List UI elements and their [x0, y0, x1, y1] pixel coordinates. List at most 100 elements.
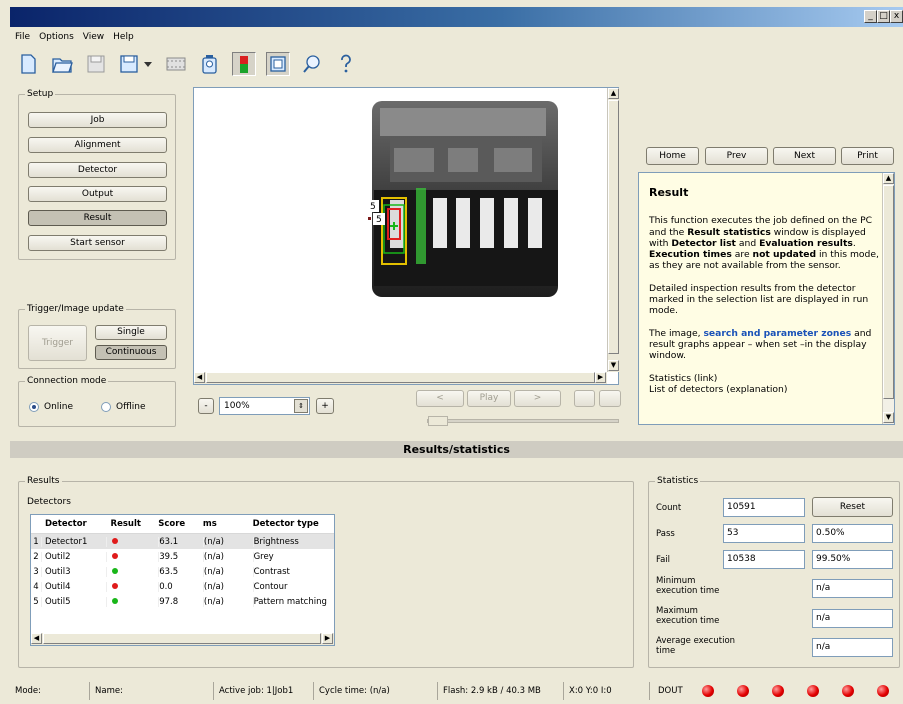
continuous-button[interactable]: Continuous — [95, 345, 167, 360]
image-horizontal-scrollbar[interactable]: ◀ ▶ — [194, 372, 607, 384]
col-ms[interactable]: ms — [203, 519, 253, 529]
scroll-left-icon[interactable]: ◀ — [194, 372, 205, 383]
help-next-button[interactable]: Next — [773, 147, 836, 165]
col-detector[interactable]: Detector — [41, 519, 106, 529]
playback-option-b[interactable] — [599, 390, 621, 407]
save-icon[interactable] — [84, 52, 108, 76]
menu-view[interactable]: View — [83, 29, 104, 45]
zoom-in-button[interactable]: + — [316, 398, 334, 414]
status-coordinates: X:0 Y:0 I:0 — [564, 682, 650, 700]
zoom-out-button[interactable]: - — [198, 398, 214, 414]
table-row[interactable]: 2 Outil2 39.5 (n/a) Grey — [31, 549, 334, 564]
maximize-button[interactable]: □ — [877, 10, 890, 23]
window-title-bar — [10, 7, 903, 27]
menu-bar: File Options View Help — [10, 29, 134, 45]
results-legend: Results — [25, 476, 62, 486]
detector-button[interactable]: Detector — [28, 162, 167, 178]
zoom-icon[interactable] — [300, 52, 324, 76]
playback-slider[interactable] — [427, 416, 619, 426]
col-result[interactable]: Result — [106, 519, 159, 529]
menu-file[interactable]: File — [15, 29, 30, 45]
max-time-label: Maximum execution time — [656, 606, 720, 626]
status-bar: Mode: Name: Active job: 1|Job1 Cycle tim… — [10, 680, 903, 702]
help-home-button[interactable]: Home — [646, 147, 699, 165]
menu-options[interactable]: Options — [39, 29, 74, 45]
detector-score: 97.8 — [158, 596, 203, 607]
open-icon[interactable] — [50, 52, 74, 76]
close-button[interactable]: x — [890, 10, 903, 23]
offline-radio[interactable]: Offline — [101, 402, 146, 412]
setup-group: Setup Job Alignment Detector Output Resu… — [18, 89, 176, 260]
detector-ms: (n/a) — [202, 566, 253, 577]
status-cycle-time: Cycle time: (n/a) — [314, 682, 438, 700]
scroll-up-icon[interactable]: ▲ — [608, 88, 619, 99]
result-button[interactable]: Result — [28, 210, 167, 226]
zoom-select[interactable]: 100% ⇕ — [219, 397, 310, 415]
help-icon[interactable] — [334, 52, 358, 76]
sensor-icon[interactable] — [232, 52, 256, 76]
help-paragraph-2: Detailed inspection results from the det… — [649, 282, 869, 317]
film-icon[interactable] — [164, 52, 188, 76]
help-prev-button[interactable]: Prev — [705, 147, 768, 165]
table-horizontal-scrollbar[interactable]: ◀ ▶ — [31, 633, 334, 645]
table-scroll-left-icon[interactable]: ◀ — [31, 633, 42, 644]
reset-button[interactable]: Reset — [812, 497, 893, 517]
detector-table[interactable]: Detector Result Score ms Detector type 1… — [30, 514, 335, 646]
help-scroll-up-icon[interactable]: ▲ — [883, 173, 894, 184]
h-scroll-thumb[interactable] — [206, 372, 595, 383]
detector-type: Contrast — [252, 566, 334, 577]
playback-slider-thumb[interactable] — [428, 416, 448, 426]
trigger-button[interactable]: Trigger — [28, 325, 87, 361]
table-row[interactable]: 1 Detector1 63.1 (n/a) Brightness — [31, 534, 334, 549]
step-back-button[interactable]: < — [416, 390, 464, 407]
table-scroll-thumb[interactable] — [43, 633, 321, 644]
detector-ms: (n/a) — [202, 581, 253, 592]
table-scroll-right-icon[interactable]: ▶ — [322, 633, 333, 644]
minimize-button[interactable]: _ — [864, 10, 877, 23]
table-row[interactable]: 4 Outil4 0.0 (n/a) Contour — [31, 579, 334, 594]
col-score[interactable]: Score — [158, 519, 203, 529]
offline-radio-dot — [101, 402, 111, 412]
help-link-detectors[interactable]: List of detectors (explanation) — [649, 384, 787, 395]
online-radio[interactable]: Online — [29, 402, 73, 412]
single-button[interactable]: Single — [95, 325, 167, 340]
output-button[interactable]: Output — [28, 186, 167, 202]
detector-result — [105, 551, 159, 562]
scroll-right-icon[interactable]: ▶ — [595, 372, 606, 383]
status-dout-label: DOUT — [658, 686, 683, 696]
scroll-thumb[interactable] — [608, 100, 619, 354]
help-scroll-down-icon[interactable]: ▼ — [883, 412, 894, 423]
save-as-icon[interactable] — [118, 52, 154, 76]
detectors-label: Detectors — [27, 497, 71, 507]
playback-option-a[interactable] — [574, 390, 595, 407]
row-number: 4 — [33, 581, 39, 592]
image-window-icon[interactable] — [266, 52, 290, 76]
start-sensor-button[interactable]: Start sensor — [28, 235, 167, 251]
detector-type: Brightness — [252, 536, 334, 547]
help-vertical-scrollbar[interactable]: ▲ ▼ — [882, 173, 894, 424]
row-number: 3 — [33, 566, 39, 577]
count-field: 10591 — [723, 498, 805, 517]
menu-help[interactable]: Help — [113, 29, 134, 45]
help-print-button[interactable]: Print — [841, 147, 894, 165]
help-link-zones[interactable]: search and parameter zones — [703, 328, 851, 339]
detector-score: 39.5 — [158, 551, 203, 562]
camera-icon[interactable] — [198, 52, 222, 76]
col-detector-type[interactable]: Detector type — [253, 519, 334, 529]
alignment-button[interactable]: Alignment — [28, 137, 167, 153]
scroll-down-icon[interactable]: ▼ — [608, 360, 619, 371]
help-scroll-thumb[interactable] — [883, 185, 894, 399]
result-status-dot — [111, 597, 118, 604]
new-icon[interactable] — [16, 52, 40, 76]
job-button[interactable]: Job — [28, 112, 167, 128]
row-number: 2 — [33, 551, 39, 562]
step-forward-button[interactable]: > — [514, 390, 561, 407]
table-row[interactable]: 3 Outil3 63.5 (n/a) Contrast — [31, 564, 334, 579]
image-display[interactable]: 5 5 ▲ ▼ ◀ ▶ — [193, 87, 619, 385]
table-row[interactable]: 5 Outil5 97.8 (n/a) Pattern matching — [31, 594, 334, 609]
image-vertical-scrollbar[interactable]: ▲ ▼ — [607, 88, 619, 372]
play-button[interactable]: Play — [467, 390, 511, 407]
pass-label: Pass — [656, 529, 675, 539]
spin-icon[interactable]: ⇕ — [294, 399, 308, 413]
help-link-statistics[interactable]: Statistics (link) — [649, 373, 717, 384]
